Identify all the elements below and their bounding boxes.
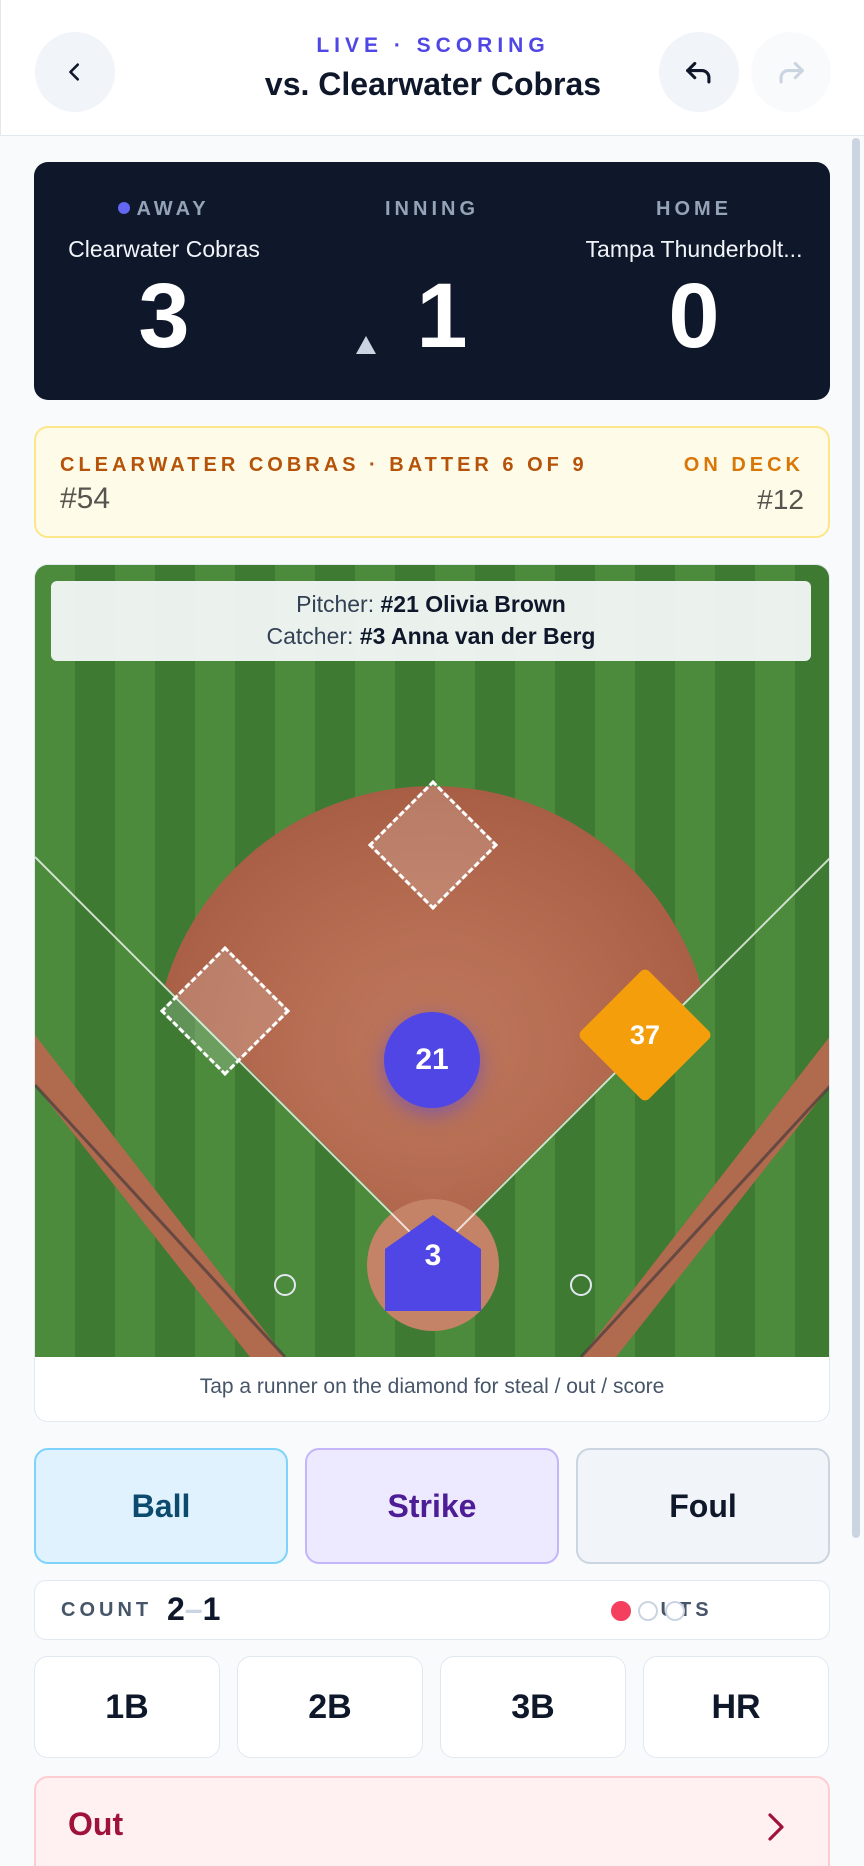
on-deck-label: ON DECK: [683, 454, 804, 476]
home-team-column: HOME Tampa Thunderbolt... 0: [544, 162, 844, 400]
top-inning-arrow-icon: [356, 336, 376, 354]
third-base-runner-number: 37: [629, 1019, 661, 1050]
inning-column: INNING 1: [302, 162, 562, 400]
catcher-name: #3 Anna van der Berg: [359, 623, 596, 649]
balls-count: 2: [167, 1591, 185, 1627]
away-team-column: AWAY Clearwater Cobras 3: [34, 162, 294, 400]
baseball-diamond[interactable]: Pitcher: #21 Olivia Brown Catcher: #3 An…: [35, 565, 829, 1357]
field-hint: Tap a runner on the diamond for steal / …: [199, 1375, 665, 1398]
strike-button[interactable]: Strike: [305, 1448, 559, 1564]
count-value: 2–1: [167, 1591, 220, 1628]
home-team-name: Tampa Thunderbolt...: [585, 236, 803, 262]
pitcher-name: #21 Olivia Brown: [380, 591, 566, 617]
battery-info: Pitcher: #21 Olivia Brown Catcher: #3 An…: [51, 581, 811, 661]
double-button[interactable]: 2B: [237, 1656, 423, 1758]
out-button-label: Out: [68, 1806, 124, 1842]
triple-button[interactable]: 3B: [440, 1656, 626, 1758]
current-batter-banner: CLEARWATER COBRAS · BATTER 6 OF 9 #54 ON…: [34, 426, 830, 538]
single-button[interactable]: 1B: [34, 1656, 220, 1758]
undo-button[interactable]: [659, 32, 739, 112]
strikes-count: 1: [202, 1591, 221, 1627]
batter-number: #54: [60, 482, 111, 515]
out-dot: [665, 1601, 685, 1621]
count-separator: –: [184, 1591, 203, 1627]
away-team-name: Clearwater Cobras: [68, 236, 260, 262]
home-label: HOME: [656, 198, 732, 220]
foul-button[interactable]: Foul: [576, 1448, 830, 1564]
chevron-right-icon: [768, 1813, 784, 1841]
out-dot: [611, 1601, 631, 1621]
redo-icon: [779, 61, 804, 84]
catcher-token-number: 3: [424, 1239, 442, 1272]
count-label: COUNT: [61, 1599, 153, 1621]
on-deck-number: #12: [757, 484, 804, 515]
ball-button[interactable]: Ball: [34, 1448, 288, 1564]
scoreboard: AWAY Clearwater Cobras 3 INNING 1 HOME T…: [34, 162, 830, 400]
out-dot: [638, 1601, 658, 1621]
redo-button[interactable]: [751, 32, 831, 112]
catcher-line: Catcher: #3 Anna van der Berg: [266, 623, 596, 649]
batter-label: CLEARWATER COBRAS · BATTER 6 OF 9: [60, 454, 588, 476]
field-card: Pitcher: #21 Olivia Brown Catcher: #3 An…: [34, 564, 830, 1422]
scrollbar[interactable]: [852, 138, 860, 1538]
undo-icon: [686, 61, 711, 84]
pitcher-token[interactable]: 21: [384, 1012, 480, 1108]
out-button[interactable]: Out: [34, 1776, 830, 1866]
batting-indicator-icon: [118, 202, 131, 214]
away-label: AWAY: [34, 198, 294, 221]
pitcher-line: Pitcher: #21 Olivia Brown: [296, 591, 566, 617]
away-score: 3: [138, 265, 190, 367]
home-score: 0: [668, 265, 720, 367]
inning-label: INNING: [385, 198, 479, 220]
count-bar: COUNT 2–1 OUTS: [34, 1580, 830, 1640]
app-header: LIVE · SCORING vs. Clearwater Cobras: [0, 0, 864, 136]
home-run-button[interactable]: HR: [643, 1656, 829, 1758]
